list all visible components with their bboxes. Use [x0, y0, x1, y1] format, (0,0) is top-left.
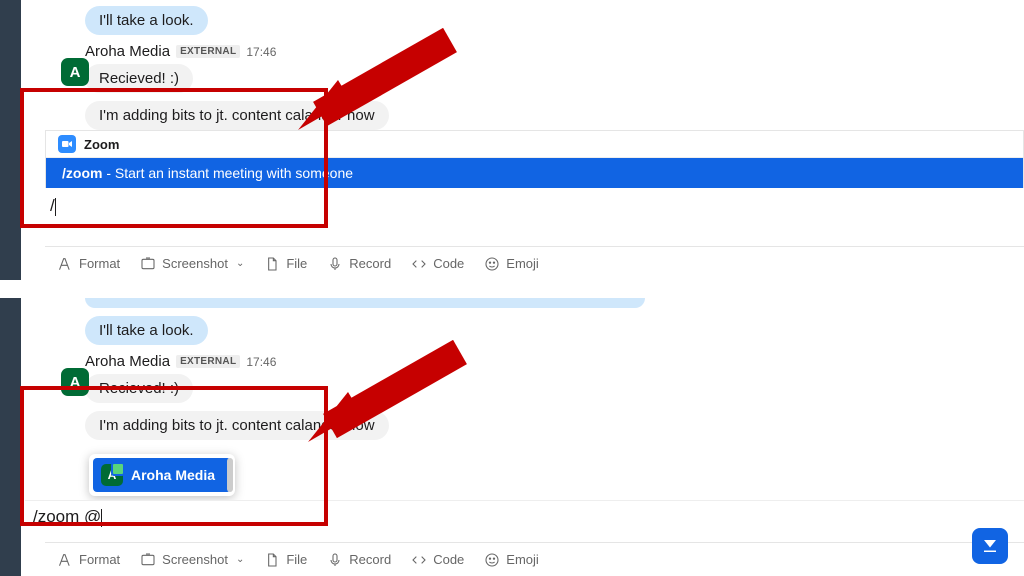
message-bubble: Recieved! :) [85, 374, 193, 403]
mention-name: Aroha Media [131, 467, 215, 483]
file-button[interactable]: File [264, 256, 307, 272]
format-icon [57, 552, 73, 568]
external-badge: EXTERNAL [176, 45, 240, 58]
mic-icon [327, 256, 343, 272]
avatar[interactable]: A [61, 368, 89, 396]
message-input[interactable]: / [42, 192, 1024, 220]
file-icon [264, 552, 280, 568]
message-time: 17:46 [246, 45, 276, 59]
scrollbar[interactable] [227, 458, 233, 492]
message-time: 17:46 [246, 355, 276, 369]
emoji-icon [484, 552, 500, 568]
composer-toolbar: Format Screenshot⌄ File Record Code Emoj… [45, 542, 1024, 576]
emoji-icon [484, 256, 500, 272]
screenshot-button[interactable]: Screenshot⌄ [140, 552, 244, 568]
external-badge: EXTERNAL [176, 355, 240, 368]
screenshot-icon [140, 552, 156, 568]
left-rail [0, 298, 21, 576]
slash-command-app-name: Zoom [84, 137, 119, 152]
mention-popup: A Aroha Media [89, 454, 235, 496]
avatar: A [101, 464, 123, 486]
text-cursor [55, 198, 56, 216]
record-button[interactable]: Record [327, 256, 391, 272]
record-button[interactable]: Record [327, 552, 391, 568]
format-button[interactable]: Format [57, 552, 120, 568]
file-button[interactable]: File [264, 552, 307, 568]
mention-item[interactable]: A Aroha Media [93, 458, 231, 492]
emoji-button[interactable]: Emoji [484, 256, 539, 272]
message-input-text: /zoom @ [33, 507, 101, 526]
chevron-down-icon: ⌄ [234, 554, 244, 565]
message-bubble-self: I'll take a look. [85, 6, 208, 35]
message-header: Aroha Media EXTERNAL 17:46 [85, 353, 1024, 370]
emoji-button[interactable]: Emoji [484, 552, 539, 568]
avatar[interactable]: A [61, 58, 89, 86]
message-header: Aroha Media EXTERNAL 17:46 [85, 43, 1024, 60]
screenshot-panel-2: I'll take a look. Aroha Media EXTERNAL 1… [0, 298, 1024, 576]
code-icon [411, 256, 427, 272]
chat-area: I'll take a look. Aroha Media EXTERNAL 1… [21, 298, 1024, 576]
zoom-app-icon [58, 135, 76, 153]
message-bubble-self: I'll take a look. [85, 316, 208, 345]
message-bubble: I'm adding bits to jt. content calander … [85, 101, 389, 130]
screenshot-button[interactable]: Screenshot⌄ [140, 256, 244, 272]
sender-name[interactable]: Aroha Media [85, 353, 170, 370]
slash-command-app-header: Zoom [46, 131, 1023, 158]
message-bubble: Recieved! :) [85, 64, 193, 93]
scroll-down-button[interactable] [972, 528, 1008, 564]
chevron-down-icon: ⌄ [234, 258, 244, 269]
slash-command-name: /zoom [62, 165, 102, 181]
composer-toolbar: Format Screenshot⌄ File Record Code Emoj… [45, 246, 1024, 280]
left-rail [0, 0, 21, 280]
code-button[interactable]: Code [411, 256, 464, 272]
format-button[interactable]: Format [57, 256, 120, 272]
sender-name[interactable]: Aroha Media [85, 43, 170, 60]
code-button[interactable]: Code [411, 552, 464, 568]
screenshot-icon [140, 256, 156, 272]
chat-area: I'll take a look. Aroha Media EXTERNAL 1… [21, 0, 1024, 280]
message-input[interactable]: /zoom @ [25, 500, 1024, 531]
text-cursor [101, 509, 102, 527]
message-bubble-self-cut [85, 298, 645, 308]
mic-icon [327, 552, 343, 568]
format-icon [57, 256, 73, 272]
slash-command-desc: - Start an instant meeting with someone [102, 165, 353, 181]
code-icon [411, 552, 427, 568]
message-bubble: I'm adding bits to jt. content calander … [85, 411, 389, 440]
file-icon [264, 256, 280, 272]
screenshot-panel-1: I'll take a look. Aroha Media EXTERNAL 1… [0, 0, 1024, 280]
slash-command-item[interactable]: /zoom - Start an instant meeting with so… [46, 158, 1023, 188]
slash-command-popup: Zoom /zoom - Start an instant meeting wi… [45, 130, 1024, 188]
